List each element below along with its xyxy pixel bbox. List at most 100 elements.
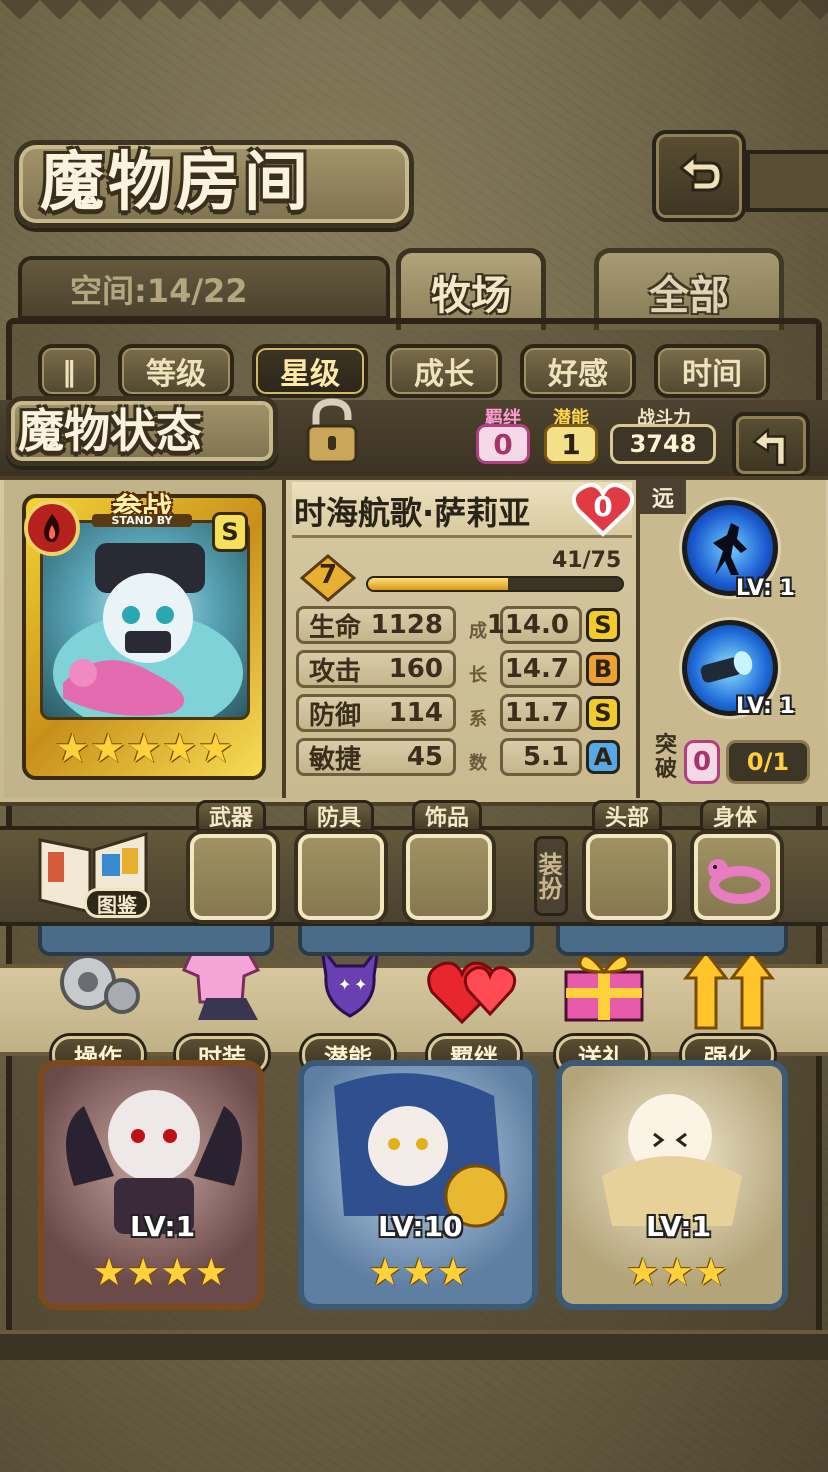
grade-agility: A — [586, 740, 620, 774]
action-bond-icon — [424, 950, 528, 1030]
sort-button-growth[interactable]: 成长 — [386, 344, 502, 398]
star-icon: ★ — [194, 1250, 229, 1294]
equip-slot-weapon[interactable] — [190, 834, 276, 920]
bottom-frame — [0, 1330, 828, 1360]
equip-slot-accessory[interactable] — [406, 834, 492, 920]
dress-slot-head[interactable] — [586, 834, 672, 920]
sort-button-time[interactable]: 时间 — [654, 344, 770, 398]
grade-defense: S — [586, 696, 620, 730]
slot-label-head: 头部 — [592, 800, 662, 832]
card-3-stars: ★★★ — [626, 1250, 728, 1294]
star-icon: ★ — [694, 1250, 729, 1294]
bond-value: 0 — [476, 424, 530, 464]
card-sub-badge: STAND BY — [92, 514, 192, 527]
sort-order-button[interactable]: ‖ — [38, 344, 100, 398]
star-icon: ★ — [436, 1250, 471, 1294]
level-badge: 7 — [299, 554, 357, 602]
card-peek-3 — [556, 926, 788, 956]
monster-name: 时海航歌·萨莉亚 — [294, 494, 531, 532]
star-icon: ★ — [161, 726, 198, 772]
exp-bar-fill — [368, 578, 508, 590]
growth-hp: 114.0 — [487, 606, 582, 644]
slot-label-accessory: 饰品 — [412, 800, 482, 832]
grade-hp: S — [586, 608, 620, 642]
codex-label: 图鉴 — [84, 888, 150, 918]
back-button[interactable] — [652, 130, 746, 222]
breakthrough-value: 0 — [684, 740, 720, 784]
stat-name: 防御 — [309, 700, 362, 731]
lock-button[interactable] — [296, 396, 368, 468]
star-icon: ★ — [126, 726, 162, 772]
range-tag: 远 — [640, 480, 686, 514]
bond-label: 羁绊 — [485, 408, 521, 429]
sort-button-affection[interactable]: 好感 — [520, 344, 636, 398]
breakthrough-progress: 0/1 — [726, 740, 810, 784]
space-label: 空间:14/22 — [70, 272, 248, 310]
header-rail — [746, 150, 828, 212]
stat-value: 1128 — [370, 610, 443, 640]
return-arrow-icon — [752, 427, 786, 467]
stat-defense: 防御 114 — [296, 694, 456, 732]
stat-name: 敏捷 — [309, 744, 362, 775]
star-icon: ★ — [90, 726, 127, 772]
status-title: 魔物状态 — [18, 404, 202, 458]
breakthrough-label: 突破 — [654, 733, 677, 782]
card-peek-1 — [38, 926, 274, 956]
padlock-icon — [306, 398, 358, 464]
exp-text: 41/75 — [552, 548, 622, 573]
up-arrows-icon — [682, 949, 776, 1030]
potential-value: 1 — [544, 424, 598, 464]
card-1-stars: ★★★★ — [92, 1250, 228, 1294]
return-arrow-icon — [678, 152, 723, 192]
page-title: 魔物房间 — [40, 145, 312, 220]
slot-label-weapon: 武器 — [196, 800, 266, 832]
stat-name: 生命 — [309, 612, 362, 643]
svg-text:✦: ✦ — [354, 975, 367, 994]
stat-name: 攻击 — [309, 656, 362, 687]
stat-hp: 生命 1128 — [296, 606, 456, 644]
slot-label-armor: 防具 — [304, 800, 374, 832]
sort-toggle-icon: ‖ — [62, 354, 76, 388]
pink-float-ring-icon — [708, 859, 770, 904]
card-3-level: LV:1 — [646, 1210, 712, 1243]
star-icon: ★ — [626, 1250, 661, 1294]
power-value: 3748 — [610, 424, 716, 464]
stat-attack: 攻击 160 — [296, 650, 456, 688]
dress-slot-body[interactable] — [694, 834, 780, 920]
fire-element-icon — [44, 514, 60, 542]
card-1-level: LV:1 — [130, 1210, 196, 1243]
monster-portrait-art — [53, 543, 243, 717]
star-icon: ★ — [368, 1250, 403, 1294]
exp-bar — [366, 576, 624, 592]
growth-attack: 14.7 — [500, 650, 582, 688]
sort-button-star[interactable]: 星级 — [252, 344, 368, 398]
card-peek-2 — [298, 926, 534, 956]
star-icon: ★ — [660, 1250, 695, 1294]
level-value: 7 — [318, 560, 338, 590]
sort-button-level[interactable]: 等级 — [118, 344, 234, 398]
star-icon: ★ — [92, 1250, 127, 1294]
slot-label-body: 身体 — [700, 800, 770, 832]
star-icon: ★ — [160, 1250, 195, 1294]
rank-badge: S — [212, 512, 248, 552]
power-label: 战斗力 — [637, 408, 691, 429]
card-2-stars: ★★★ — [368, 1250, 470, 1294]
svg-text:✦: ✦ — [338, 975, 351, 994]
equip-slot-armor[interactable] — [298, 834, 384, 920]
skill-2-level: LV: 1 — [736, 694, 795, 719]
status-back-button[interactable] — [732, 412, 810, 478]
stat-value: 160 — [388, 654, 443, 684]
element-badge — [24, 500, 80, 556]
stat-value: 114 — [388, 698, 443, 728]
stat-agility: 敏捷 45 — [296, 738, 456, 776]
skill-1-level: LV: 1 — [736, 576, 795, 601]
growth-defense: 11.7 — [500, 694, 582, 732]
star-icon: ★ — [126, 1250, 161, 1294]
card-star-row: ★ ★ ★ ★ ★ — [42, 726, 246, 772]
heart-value: 0 — [593, 490, 613, 523]
potential-label: 潜能 — [553, 408, 589, 429]
double-heart-icon — [427, 961, 517, 1025]
stats-block: 生命 1128 攻击 160 防御 114 敏捷 45 成长系数 114.0 14.7 … — [296, 606, 626, 786]
star-icon: ★ — [197, 726, 234, 772]
affection-heart: 0 — [571, 482, 635, 538]
